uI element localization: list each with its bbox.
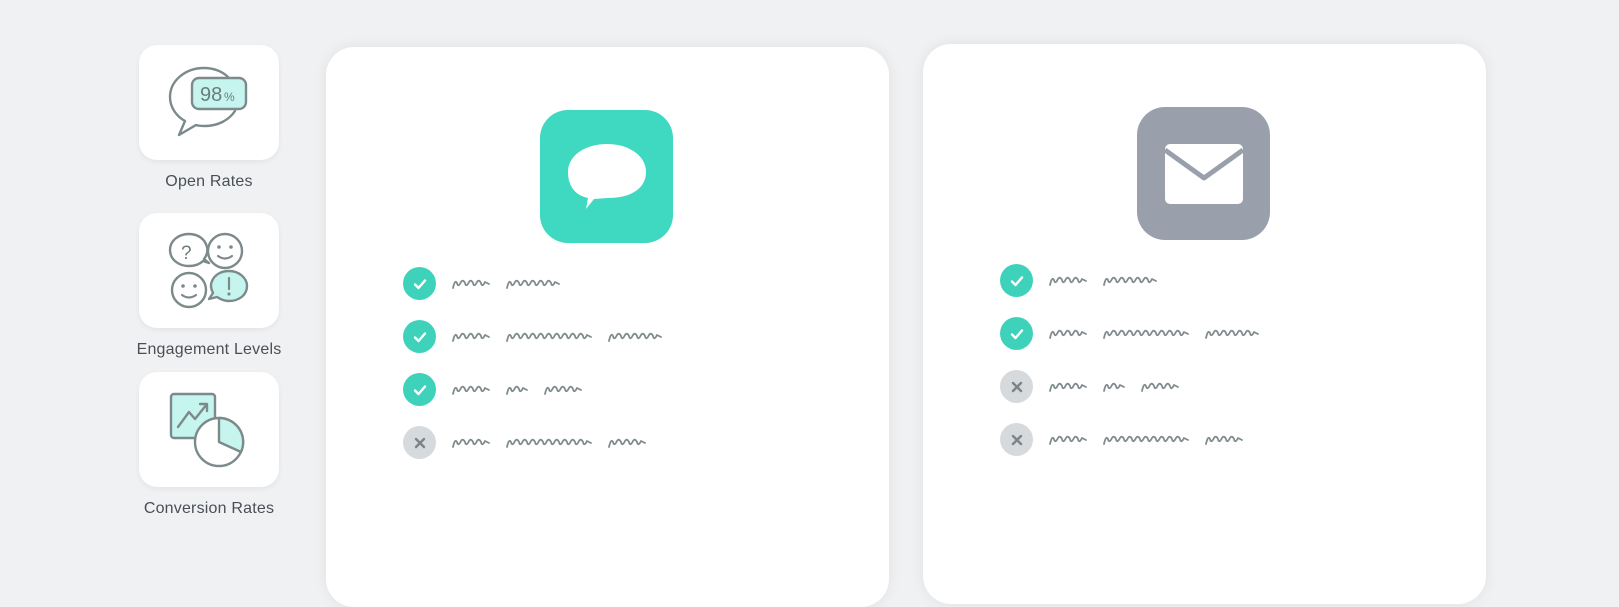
placeholder-word (1103, 329, 1189, 339)
metric-engagement-levels: ? Engagement Levels (130, 213, 288, 359)
percent-unit: % (224, 90, 235, 104)
check-icon (1000, 264, 1033, 297)
placeholder-word (1141, 382, 1179, 392)
metric-label: Open Rates (165, 173, 253, 190)
feature-text-placeholder (451, 329, 663, 345)
check-icon (1000, 317, 1033, 350)
metric-tile: ? (139, 213, 279, 328)
feature-text-placeholder (451, 435, 647, 451)
chat-faces-icon: ? (168, 232, 249, 308)
percent-value: 98 (200, 84, 222, 106)
feature-text-placeholder (451, 382, 583, 398)
feature-row (403, 416, 663, 469)
cross-icon (403, 426, 436, 459)
feature-text-placeholder (1048, 432, 1244, 448)
metric-conversion-rates: Conversion Rates (130, 372, 288, 518)
chart-pie-icon (169, 392, 245, 467)
check-icon (403, 320, 436, 353)
feature-row (403, 257, 663, 310)
metric-label: Engagement Levels (136, 341, 282, 358)
feature-text-placeholder (451, 276, 561, 292)
placeholder-word (1049, 329, 1087, 339)
placeholder-word (506, 438, 592, 448)
feature-row (1000, 360, 1260, 413)
metric-open-rates: 98 % Open Rates (130, 45, 288, 191)
email-feature-list (1000, 254, 1260, 466)
metric-tile: 98 % (139, 45, 279, 160)
speech-bubble-percent-icon: 98 % (168, 66, 248, 136)
placeholder-word (452, 332, 490, 342)
feature-row (403, 363, 663, 416)
placeholder-word (506, 279, 560, 289)
placeholder-word (452, 438, 490, 448)
feature-row (1000, 413, 1260, 466)
check-icon (403, 373, 436, 406)
placeholder-word (608, 332, 662, 342)
email-card (923, 44, 1486, 604)
feature-row (1000, 307, 1260, 360)
placeholder-word (1049, 382, 1087, 392)
sms-card (326, 47, 889, 607)
cross-icon (1000, 423, 1033, 456)
email-app-icon (1137, 107, 1270, 240)
placeholder-word (1049, 276, 1087, 286)
placeholder-word (1103, 276, 1157, 286)
cross-icon (1000, 370, 1033, 403)
placeholder-word (506, 385, 528, 395)
metric-tile (139, 372, 279, 487)
placeholder-word (544, 385, 582, 395)
placeholder-word (1103, 382, 1125, 392)
sms-feature-list (403, 257, 663, 469)
placeholder-word (1205, 435, 1243, 445)
placeholder-word (452, 279, 490, 289)
envelope-icon (1163, 143, 1244, 204)
feature-row (1000, 254, 1260, 307)
placeholder-word (1103, 435, 1189, 445)
placeholder-word (608, 438, 646, 448)
feature-text-placeholder (1048, 379, 1180, 395)
placeholder-word (506, 332, 592, 342)
feature-row (403, 310, 663, 363)
sms-app-icon (540, 110, 673, 243)
message-bubble-icon (567, 143, 646, 209)
placeholder-word (1205, 329, 1259, 339)
metric-label: Conversion Rates (143, 500, 275, 517)
check-icon (403, 267, 436, 300)
placeholder-word (452, 385, 490, 395)
feature-text-placeholder (1048, 273, 1158, 289)
feature-text-placeholder (1048, 326, 1260, 342)
placeholder-word (1049, 435, 1087, 445)
svg-text:?: ? (181, 243, 192, 264)
